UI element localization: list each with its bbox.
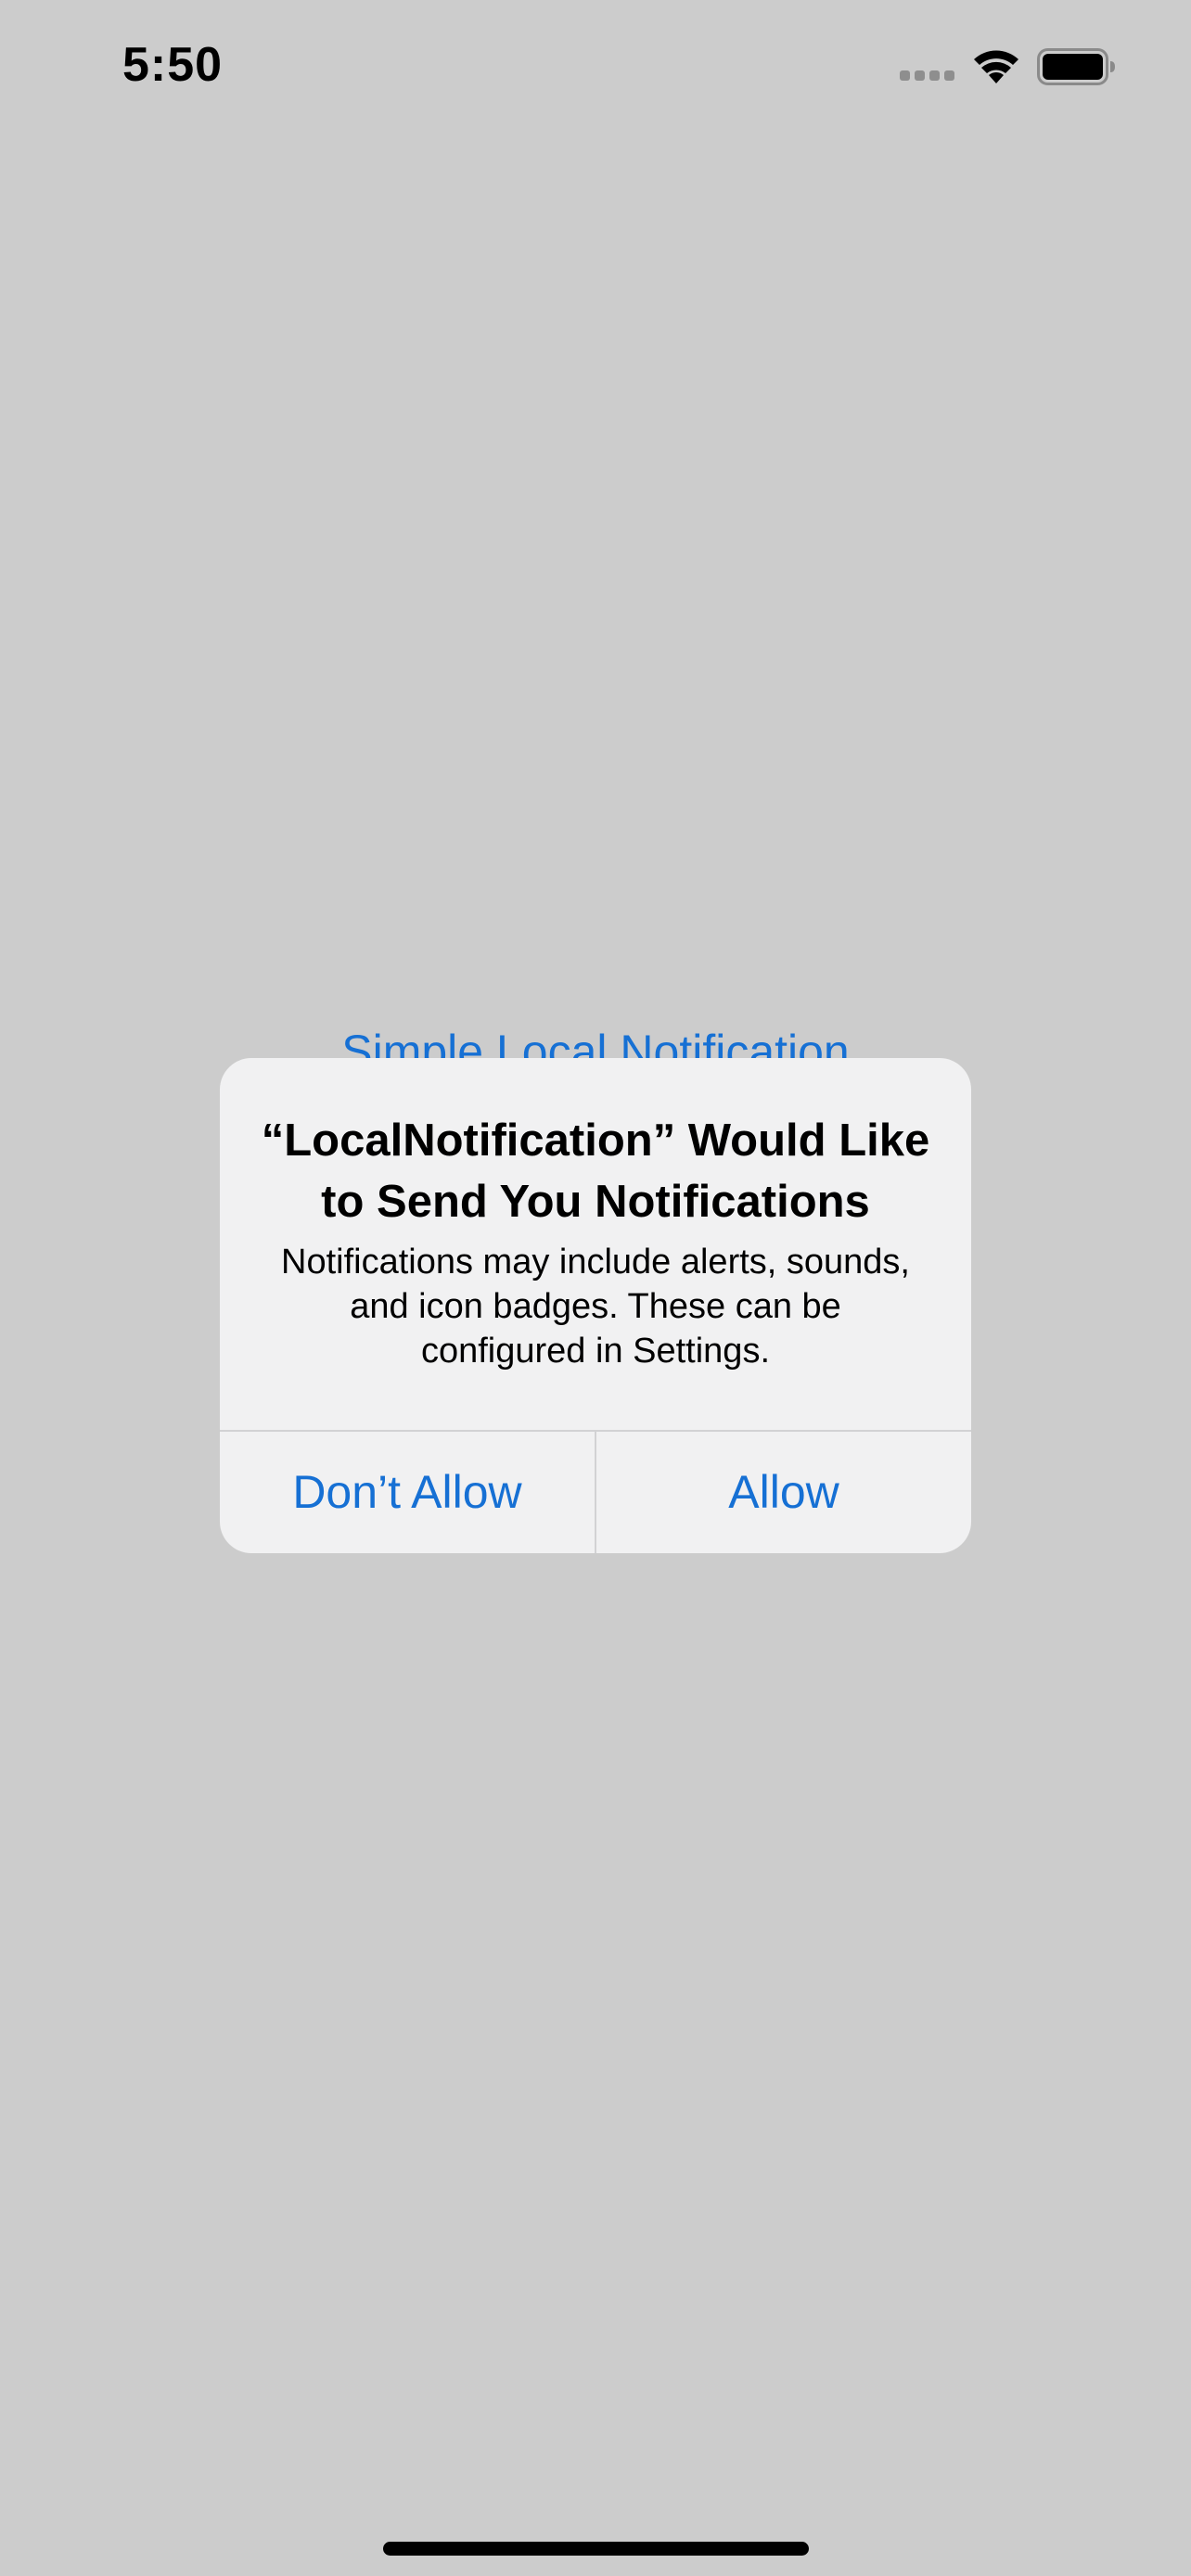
alert-message: Notifications may include alerts, sounds… — [281, 1243, 910, 1371]
cellular-signal-icon — [900, 70, 957, 83]
status-time: 5:50 — [122, 38, 224, 92]
home-indicator[interactable] — [383, 2542, 809, 2556]
alert-title: “LocalNotification” Would Like to Send Y… — [261, 1116, 930, 1227]
battery-icon — [1037, 48, 1115, 85]
status-bar: 5:50 — [0, 0, 1191, 139]
wifi-icon — [974, 50, 1018, 83]
notification-permission-alert: “LocalNotification” Would Like to Send Y… — [220, 1058, 971, 1553]
allow-button[interactable]: Allow — [596, 1432, 971, 1553]
dont-allow-button[interactable]: Don’t Allow — [220, 1432, 595, 1553]
